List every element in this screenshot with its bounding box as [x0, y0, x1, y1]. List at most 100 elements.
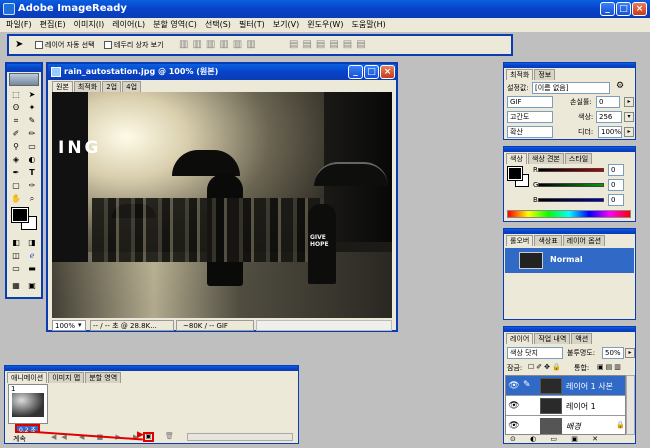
colors-field[interactable]: 256: [596, 111, 622, 123]
hand-tool-icon[interactable]: ✋: [10, 193, 22, 204]
menu-edit[interactable]: 편집(E): [36, 18, 70, 32]
slice-tool-icon[interactable]: ✎: [26, 115, 38, 126]
dither-field[interactable]: 100%: [598, 126, 622, 138]
doc-minimize-icon[interactable]: _: [348, 65, 363, 79]
blur-tool-icon[interactable]: ◐: [26, 154, 38, 165]
preset-select[interactable]: [이름 없음]: [532, 82, 610, 94]
tab-animation[interactable]: 애니메이션: [7, 372, 48, 383]
move-tool-icon[interactable]: ➤: [15, 39, 23, 50]
tab-4up[interactable]: 4업: [122, 81, 142, 92]
stamp-tool-icon[interactable]: ⚲: [10, 141, 22, 152]
menu-file[interactable]: 파일(F): [0, 18, 36, 32]
horizontal-scrollbar[interactable]: [256, 320, 392, 331]
align-top-icon[interactable]: ▥▥▥▥▥▥: [179, 39, 260, 50]
colors-stepper[interactable]: ▾: [624, 112, 634, 122]
unify-icons[interactable]: ▣▤▥: [597, 363, 623, 371]
brush-tool-icon[interactable]: ✐: [10, 128, 22, 139]
animation-frame[interactable]: 1: [8, 384, 48, 424]
channel-r-slider[interactable]: [538, 168, 604, 172]
duplicate-frame-icon[interactable]: ▣: [143, 432, 154, 442]
opacity-field[interactable]: 50%: [602, 347, 624, 359]
standard-mode-icon[interactable]: ◧: [10, 237, 22, 248]
tab-info[interactable]: 정보: [534, 69, 556, 80]
delete-frame-icon[interactable]: 🗑: [165, 432, 174, 440]
color-fg-swatch[interactable]: [507, 166, 523, 181]
layer-row-1[interactable]: 👁 ✎ 레이어 1 사본: [506, 376, 625, 396]
tab-styles[interactable]: 스타일: [564, 153, 593, 164]
tab-image-map[interactable]: 이미지 맵: [48, 372, 85, 383]
doc-close-icon[interactable]: ×: [380, 65, 395, 79]
close-icon[interactable]: ×: [632, 2, 647, 16]
bucket-tool-icon[interactable]: ◈: [10, 154, 22, 165]
tab-actions[interactable]: 액션: [571, 333, 593, 344]
channel-g-value[interactable]: 0: [608, 179, 624, 191]
brush-link-icon[interactable]: ✎: [523, 380, 531, 390]
channel-b-slider[interactable]: [538, 198, 604, 202]
menu-layer[interactable]: 레이어(L): [108, 18, 149, 32]
tab-rollover[interactable]: 롤오버: [506, 235, 534, 246]
eraser-tool-icon[interactable]: ▭: [26, 141, 38, 152]
menu-image[interactable]: 이미지(I): [70, 18, 109, 32]
pencil-tool-icon[interactable]: ✏: [26, 128, 38, 139]
move-tool-icon[interactable]: ➤: [26, 89, 38, 100]
blend-mode-select[interactable]: 색상 닷지: [507, 347, 563, 359]
tab-original[interactable]: 원본: [52, 81, 73, 92]
layers-footer-icons[interactable]: ⊙ ◐ ▭ ▣ ✕: [510, 435, 604, 443]
color-spectrum-bar[interactable]: [507, 210, 631, 218]
menu-window[interactable]: 윈도우(W): [303, 18, 347, 32]
doc-maximize-icon[interactable]: □: [364, 65, 379, 79]
maximize-icon[interactable]: □: [616, 2, 631, 16]
type-tool-icon[interactable]: T: [26, 167, 38, 178]
tab-swatches[interactable]: 색상 견본: [527, 153, 564, 164]
rollover-preview-icon[interactable]: ▣: [26, 280, 38, 291]
zoom-dropdown-icon[interactable]: ▾: [78, 320, 82, 330]
menu-view[interactable]: 보기(V): [269, 18, 303, 32]
visibility-eye-icon[interactable]: 👁: [508, 420, 520, 432]
visibility-eye-icon[interactable]: 👁: [508, 400, 520, 412]
channel-g-slider[interactable]: [538, 183, 604, 187]
layer-row-2[interactable]: 👁 레이어 1: [506, 396, 625, 416]
tab-layer-options[interactable]: 레이어 옵션: [562, 235, 606, 246]
marquee-tool-icon[interactable]: ⬚: [10, 89, 22, 100]
lock-icons[interactable]: ☐✐✥🔒: [528, 363, 563, 371]
visibility-eye-icon[interactable]: 👁: [508, 380, 520, 392]
minimize-icon[interactable]: _: [600, 2, 615, 16]
dither-method-select[interactable]: 확산: [507, 126, 553, 138]
distribute-icon[interactable]: ▤▤▤▤▤▤: [289, 39, 370, 50]
lossy-field[interactable]: 0: [596, 96, 620, 108]
tab-color-table[interactable]: 색상표: [534, 235, 562, 246]
preview-browser-icon[interactable]: ℯ: [26, 250, 38, 261]
palette-select[interactable]: 고간도: [507, 111, 553, 123]
download-time[interactable]: -- / -- 초 @ 28.8K...: [90, 320, 174, 331]
bounding-box-checkbox[interactable]: [104, 41, 112, 49]
notes-tool-icon[interactable]: ✑: [26, 180, 38, 191]
foreground-color-swatch[interactable]: [11, 207, 29, 223]
lasso-tool-icon[interactable]: ʘ: [10, 102, 22, 113]
tab-color[interactable]: 색상: [506, 153, 527, 164]
tab-slice[interactable]: 분할 영역: [85, 372, 122, 383]
tab-optimized[interactable]: 최적화: [73, 81, 102, 92]
pen-tool-icon[interactable]: ✒: [10, 167, 22, 178]
menu-slices[interactable]: 분할 영역(C): [149, 18, 201, 32]
tab-layers[interactable]: 레이어: [506, 333, 534, 344]
auto-select-checkbox[interactable]: [35, 41, 43, 49]
file-size[interactable]: ~80K / -- GIF: [176, 320, 254, 331]
layer-row-3[interactable]: 👁 배경 🔒: [506, 416, 625, 436]
channel-r-value[interactable]: 0: [608, 164, 624, 176]
image-map-icon[interactable]: ◫: [10, 250, 22, 261]
loop-select[interactable]: 계속: [13, 434, 26, 444]
quickmask-mode-icon[interactable]: ◨: [26, 237, 38, 248]
zoom-tool-icon[interactable]: ⌕: [26, 193, 38, 204]
menu-select[interactable]: 선택(S): [201, 18, 235, 32]
optimize-menu-icon[interactable]: ⚙: [616, 81, 624, 91]
opacity-stepper[interactable]: ▸: [625, 348, 635, 358]
tab-2up[interactable]: 2업: [102, 81, 122, 92]
layers-scrollbar[interactable]: [626, 375, 635, 435]
crop-tool-icon[interactable]: ⌗: [10, 115, 22, 126]
dither-stepper[interactable]: ▸: [624, 127, 634, 137]
jump-to-photoshop-icon[interactable]: ▦: [10, 280, 22, 291]
menu-filter[interactable]: 필터(T): [235, 18, 269, 32]
canvas-image[interactable]: ING GIVE HOPE: [52, 92, 392, 318]
tab-history[interactable]: 작업 내역: [534, 333, 571, 344]
menu-help[interactable]: 도움말(H): [347, 18, 389, 32]
